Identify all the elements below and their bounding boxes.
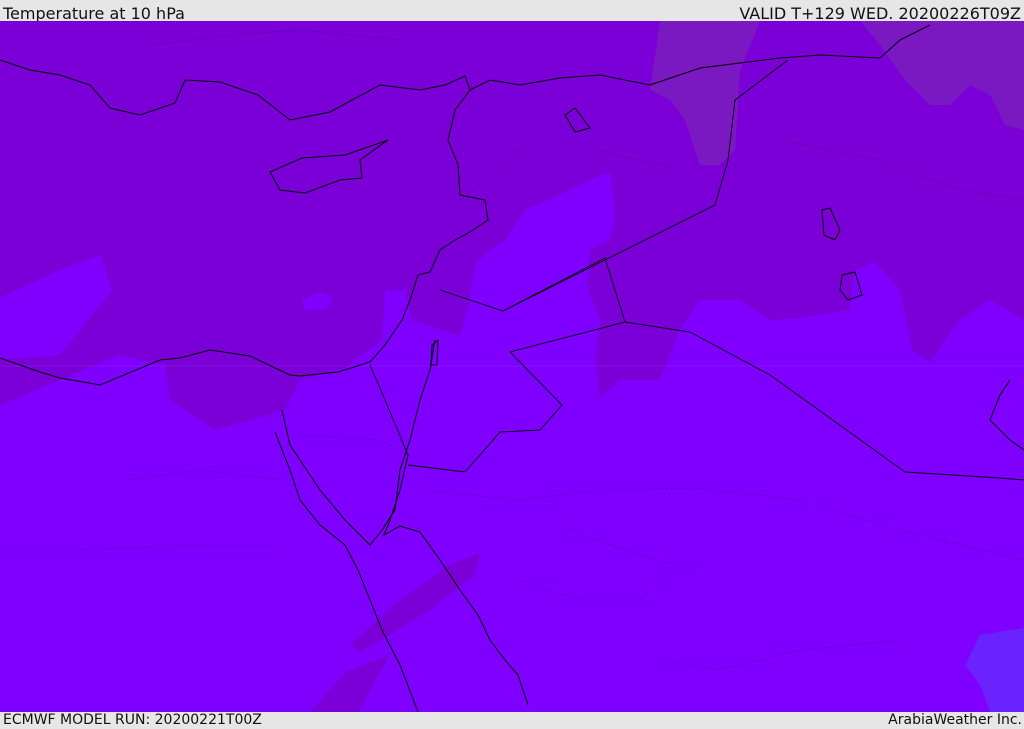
temperature-map bbox=[0, 21, 1024, 712]
footer-bar: ECMWF MODEL RUN: 20200221T00Z ArabiaWeat… bbox=[0, 712, 1024, 729]
header-bar: Temperature at 10 hPa VALID T+129 WED. 2… bbox=[0, 0, 1024, 23]
credit: ArabiaWeather Inc. bbox=[888, 712, 1022, 728]
model-run: ECMWF MODEL RUN: 20200221T00Z bbox=[3, 712, 262, 728]
